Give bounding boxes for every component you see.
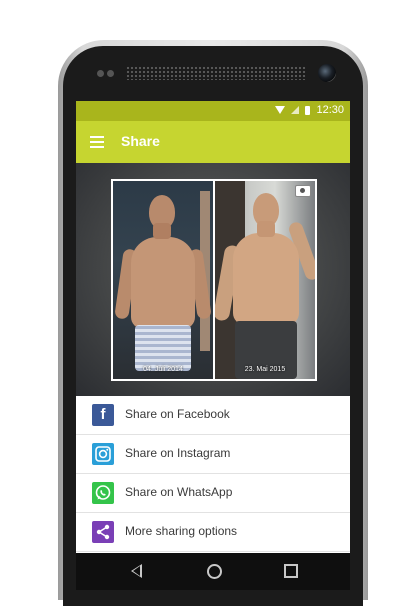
sensor-dots	[97, 70, 115, 78]
before-date: 04. Juli 2014	[143, 366, 183, 373]
signal-icon	[291, 106, 300, 114]
share-facebook-label: Share on Facebook	[125, 407, 230, 421]
after-photo: 23. Mai 2015	[215, 181, 315, 379]
share-icon	[92, 521, 114, 543]
page-title: Share	[121, 133, 160, 149]
share-whatsapp-label: Share on WhatsApp	[125, 485, 233, 499]
more-sharing-item[interactable]: More sharing options	[76, 513, 350, 552]
share-instagram-item[interactable]: Share on Instagram	[76, 435, 350, 474]
more-sharing-label: More sharing options	[125, 524, 238, 538]
share-facebook-item[interactable]: f Share on Facebook	[76, 396, 350, 435]
earpiece-speaker	[126, 66, 306, 80]
app-bar: Share	[76, 121, 350, 163]
recent-apps-icon[interactable]	[284, 564, 298, 578]
share-options-list: f Share on Facebook Share on Instagram S…	[76, 396, 350, 552]
before-photo: 04. Juli 2014	[113, 181, 213, 379]
back-icon[interactable]	[131, 564, 142, 578]
battery-icon	[305, 105, 311, 115]
front-camera	[318, 64, 336, 82]
before-after-collage[interactable]: 04. Juli 2014 23. Mai 2015	[111, 179, 317, 381]
share-whatsapp-item[interactable]: Share on WhatsApp	[76, 474, 350, 513]
hamburger-menu-icon[interactable]	[90, 136, 104, 148]
home-icon[interactable]	[207, 564, 222, 579]
camera-icon[interactable]	[295, 185, 311, 197]
share-instagram-label: Share on Instagram	[125, 446, 231, 460]
status-bar: 12:30	[76, 101, 350, 121]
after-date: 23. Mai 2015	[244, 366, 286, 373]
app-screen: 12:30 Share 04. Juli 2014 23. Mai 2015 f…	[76, 101, 350, 553]
wifi-icon	[275, 106, 286, 114]
whatsapp-icon	[92, 482, 114, 504]
facebook-icon: f	[92, 404, 114, 426]
navigation-bar	[76, 553, 350, 590]
instagram-icon	[92, 443, 114, 465]
photo-preview-area: 04. Juli 2014 23. Mai 2015	[76, 163, 350, 396]
status-time: 12:30	[316, 104, 344, 116]
